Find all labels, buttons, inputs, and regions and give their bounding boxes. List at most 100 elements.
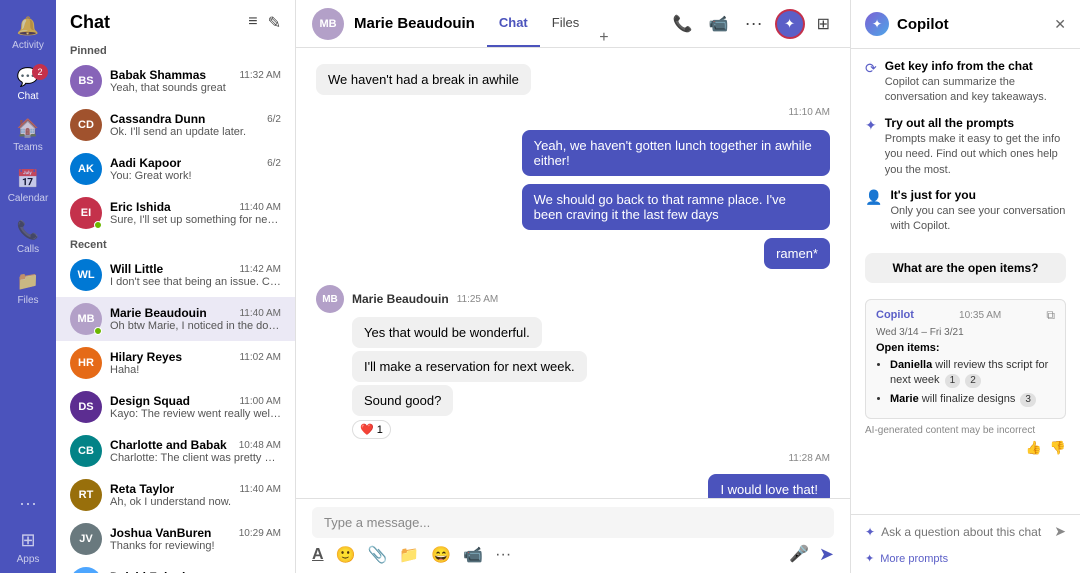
chat-item-name: Charlotte and Babak (110, 438, 227, 452)
message-input-area: Type a message... A 🙂 📎 📁 😄 📹 ··· 🎤 ➤ (296, 498, 850, 573)
thumbs-down-icon[interactable]: 👎 (1050, 440, 1066, 456)
copilot-feedback: 👍 👎 (865, 440, 1066, 456)
chat-list-title: Chat (70, 12, 110, 33)
sidebar-item-teams[interactable]: 🏠 Teams (0, 110, 56, 161)
timestamp: 11:10 AM (316, 107, 830, 118)
copilot-date-range: Wed 3/14 – Fri 3/21 (876, 327, 1055, 338)
send-button[interactable]: ➤ (819, 544, 834, 565)
pinned-chat-item[interactable]: AK Aadi Kapoor 6/2 You: Great work! (56, 147, 295, 191)
sender-avatar: MB (316, 285, 344, 313)
files-attach-icon[interactable]: 📁 (399, 545, 419, 565)
recent-chat-item[interactable]: CB Charlotte and Babak 10:48 AM Charlott… (56, 429, 295, 473)
chat-item-name: Design Squad (110, 394, 190, 408)
copilot-close-button[interactable]: ✕ (1054, 16, 1066, 33)
open-item: Daniella will review ths script for next… (890, 358, 1055, 389)
copilot-send-button[interactable]: ➤ (1054, 523, 1066, 540)
copy-icon[interactable]: ⧉ (1046, 308, 1055, 323)
recent-chat-item[interactable]: WL Will Little 11:42 AM I don't see that… (56, 253, 295, 297)
call-button[interactable]: 📞 (669, 10, 697, 38)
copilot-option-key-info: ⟳ Get key info from the chat Copilot can… (865, 59, 1066, 106)
recent-chat-item[interactable]: JV Joshua VanBuren 10:29 AM Thanks for r… (56, 517, 295, 561)
pinned-list: BS Babak Shammas 11:32 AM Yeah, that sou… (56, 59, 295, 235)
thumbs-up-icon[interactable]: 👍 (1026, 440, 1042, 456)
chat-item-name: Reta Taylor (110, 482, 174, 496)
grid-view-button[interactable]: ⊞ (813, 10, 834, 38)
pinned-chat-item[interactable]: CD Cassandra Dunn 6/2 Ok. I'll send an u… (56, 103, 295, 147)
sidebar-item-calendar[interactable]: 📅 Calendar (0, 161, 56, 212)
copilot-msg-time: 10:35 AM (959, 310, 1001, 321)
chat-item-preview: Ok. I'll send an update later. (110, 126, 281, 138)
sidebar-item-apps[interactable]: ⊞ Apps (0, 522, 56, 573)
chat-item-name: Eric Ishida (110, 200, 171, 214)
copilot-input[interactable] (881, 525, 1048, 539)
tab-files[interactable]: Files (540, 0, 591, 47)
reaction-pill[interactable]: ❤️ 1 (352, 420, 391, 439)
add-tab-button[interactable]: + (591, 29, 616, 47)
sidebar-item-label: Apps (17, 554, 40, 565)
chat-badge: 2 (32, 64, 48, 80)
recent-chat-item[interactable]: HR Hilary Reyes 11:02 AM Haha! (56, 341, 295, 385)
format-icon[interactable]: A (312, 546, 324, 564)
sidebar-item-chat[interactable]: 💬 2 Chat (0, 59, 56, 110)
recent-chat-item[interactable]: DF Daichi Fukuda 10:20 AM You: Thank you… (56, 561, 295, 573)
sidebar-item-files[interactable]: 📁 Files (0, 263, 56, 314)
option-title: Get key info from the chat (885, 59, 1066, 73)
recent-chat-item[interactable]: RT Reta Taylor 11:40 AM Ah, ok I underst… (56, 473, 295, 517)
recent-chat-item[interactable]: MB Marie Beaudouin 11:40 AM Oh btw Marie… (56, 297, 295, 341)
item-badge: 1 (945, 374, 961, 388)
chat-item-info: Cassandra Dunn 6/2 Ok. I'll send an upda… (110, 112, 281, 138)
chat-item-top: Marie Beaudouin 11:40 AM (110, 306, 281, 320)
chat-item-info: Joshua VanBuren 10:29 AM Thanks for revi… (110, 526, 281, 552)
pinned-chat-item[interactable]: BS Babak Shammas 11:32 AM Yeah, that sou… (56, 59, 295, 103)
message-group: I would love that! (316, 474, 830, 498)
message-bubble: I'll make a reservation for next week. (352, 351, 587, 382)
copilot-input-area: ✦ ➤ (851, 514, 1080, 548)
chat-item-time: 6/2 (267, 114, 281, 125)
recent-chat-item[interactable]: DS Design Squad 11:00 AM Kayo: The revie… (56, 385, 295, 429)
more-icon: ··· (19, 493, 37, 514)
sender-row: MB Marie Beaudouin 11:25 AM (316, 285, 498, 313)
message-input[interactable]: Type a message... (312, 507, 834, 538)
chat-item-top: Eric Ishida 11:40 AM (110, 200, 281, 214)
video-call-button[interactable]: 📹 (705, 10, 733, 38)
message-group: We haven't had a break in awhile (316, 64, 830, 95)
avatar: MB (70, 303, 102, 335)
chat-item-name: Babak Shammas (110, 68, 206, 82)
meet-icon[interactable]: 📹 (463, 545, 483, 565)
toolbar-right: 🎤 ➤ (789, 544, 834, 565)
copilot-more-prompts[interactable]: ✦ More prompts (851, 548, 1080, 573)
chat-item-top: Design Squad 11:00 AM (110, 394, 281, 408)
chat-item-time: 6/2 (267, 158, 281, 169)
more-options-icon[interactable]: ··· (495, 546, 511, 564)
option-desc: Copilot can summarize the conversation a… (885, 75, 1066, 106)
input-toolbar: A 🙂 📎 📁 😄 📹 ··· 🎤 ➤ (312, 544, 834, 565)
tab-chat[interactable]: Chat (487, 0, 540, 47)
sidebar-item-label: Activity (12, 40, 44, 51)
chat-item-name: Joshua VanBuren (110, 526, 211, 540)
copilot-title: Copilot (897, 16, 1046, 33)
attach-icon[interactable]: 📎 (367, 545, 387, 565)
sticker-icon[interactable]: 😄 (431, 545, 451, 565)
input-placeholder: Type a message... (324, 515, 430, 530)
more-actions-button[interactable]: ··· (741, 9, 767, 38)
copilot-button[interactable]: ✦ (775, 9, 805, 39)
pinned-chat-item[interactable]: EI Eric Ishida 11:40 AM Sure, I'll set u… (56, 191, 295, 235)
chat-item-preview: You: Great work! (110, 170, 281, 182)
avatar: BS (70, 65, 102, 97)
sidebar-item-label: Chat (17, 91, 38, 102)
copilot-response-button[interactable]: What are the open items? (865, 253, 1066, 283)
chat-list-header: Chat ≡ ✎ (56, 0, 295, 41)
emoji-icon[interactable]: 🙂 (336, 545, 356, 565)
chat-item-preview: Haha! (110, 364, 281, 376)
sidebar-item-activity[interactable]: 🔔 Activity (0, 8, 56, 59)
sidebar-item-more[interactable]: ··· (0, 485, 56, 522)
dictate-icon[interactable]: 🎤 (789, 544, 809, 565)
open-items-list: Daniella will review ths script for next… (876, 358, 1055, 407)
files-icon: 📁 (17, 271, 39, 292)
chat-item-preview: Sure, I'll set up something for next wee… (110, 214, 281, 226)
more-prompts-icon: ✦ (865, 552, 874, 565)
sidebar-item-calls[interactable]: 📞 Calls (0, 212, 56, 263)
new-chat-icon[interactable]: ✎ (268, 13, 281, 33)
chat-item-preview: Charlotte: The client was pretty happy w… (110, 452, 281, 464)
filter-icon[interactable]: ≡ (248, 13, 257, 33)
